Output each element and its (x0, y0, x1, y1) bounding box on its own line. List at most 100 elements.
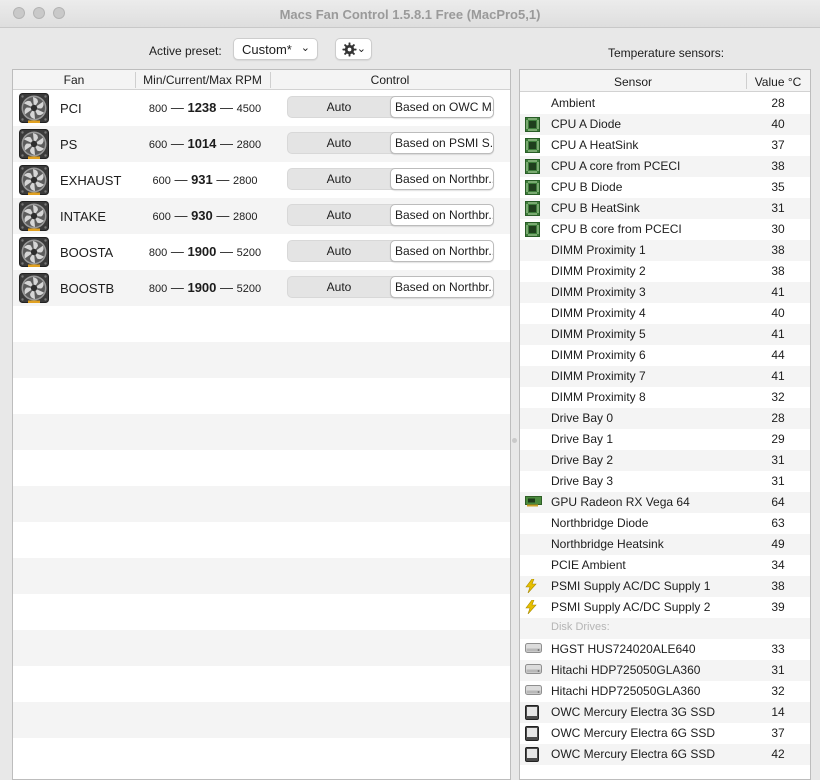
preset-select[interactable]: Custom* ⌄ (233, 38, 318, 60)
custom-control-button[interactable]: Based on Northbr... (390, 204, 494, 226)
table-row[interactable]: Drive Bay 3 31 (520, 471, 810, 492)
auto-button[interactable]: Auto (288, 241, 390, 261)
auto-button[interactable]: Auto (288, 205, 390, 225)
sensor-name: Ambient (551, 96, 596, 110)
sensor-value: 28 (771, 411, 785, 425)
table-row[interactable]: CPU A Diode 40 (520, 114, 810, 135)
table-row[interactable]: Ambient 28 (520, 93, 810, 114)
lightning-icon (525, 578, 541, 594)
table-row[interactable]: DIMM Proximity 5 41 (520, 324, 810, 345)
sensor-value: 41 (771, 327, 785, 341)
fan-control-segmented: Auto Based on Northbr... (287, 240, 494, 262)
table-row[interactable]: CPU B HeatSink 31 (520, 198, 810, 219)
table-row[interactable]: Northbridge Diode 63 (520, 513, 810, 534)
custom-control-button[interactable]: Based on PSMI S... (390, 132, 494, 154)
table-row[interactable]: DIMM Proximity 7 41 (520, 366, 810, 387)
rpm-current: 1014 (187, 136, 217, 151)
table-row[interactable]: OWC Mercury Electra 6G SSD 42 (520, 744, 810, 765)
rpm-max: 5200 (236, 283, 262, 295)
custom-control-button[interactable]: Based on Northbr... (390, 168, 494, 190)
fan-icon (19, 93, 49, 126)
table-row[interactable]: PSMI Supply AC/DC Supply 2 39 (520, 597, 810, 618)
rpm-current: 931 (191, 172, 213, 187)
hdd-icon (525, 684, 542, 698)
sensor-column-header[interactable]: Sensor (520, 75, 746, 89)
auto-button[interactable]: Auto (288, 169, 390, 189)
control-column-header[interactable]: Control (270, 73, 510, 87)
rpm-readout: 800 — 1900 — 5200 (148, 280, 262, 295)
sensor-name: OWC Mercury Electra 6G SSD (551, 726, 716, 740)
sensor-name: Hitachi HDP725050GLA360 (551, 684, 701, 698)
table-row[interactable]: DIMM Proximity 1 38 (520, 240, 810, 261)
table-row[interactable]: EXHAUST 600 — 931 — 2800 Auto Based on Nort… (13, 162, 510, 198)
table-row[interactable]: PS 600 — 1014 — 2800 Auto Based on PSMI S..… (13, 126, 510, 162)
empty-row (13, 594, 510, 630)
table-row[interactable]: OWC Mercury Electra 3G SSD 14 (520, 702, 810, 723)
table-row[interactable]: Hitachi HDP725050GLA360 31 (520, 660, 810, 681)
fan-column-header[interactable]: Fan (13, 73, 135, 87)
sensor-value: 32 (771, 390, 785, 404)
chevron-down-icon: ⌄ (356, 43, 366, 55)
rpm-min: 800 (148, 247, 168, 259)
custom-control-button[interactable]: Based on OWC M... (390, 96, 494, 118)
table-row[interactable]: DIMM Proximity 2 38 (520, 261, 810, 282)
custom-control-button[interactable]: Based on Northbr... (390, 276, 494, 298)
fan-name: PCI (60, 101, 82, 116)
gpu-icon (525, 495, 542, 509)
rpm-column-header[interactable]: Min/Current/Max RPM (135, 73, 270, 87)
cpu-icon (525, 201, 541, 216)
hdd-icon (525, 663, 542, 677)
table-row[interactable]: DIMM Proximity 4 40 (520, 303, 810, 324)
rpm-readout: 800 — 1900 — 5200 (148, 244, 262, 259)
sensor-value: 31 (771, 453, 785, 467)
fan-name: INTAKE (60, 209, 106, 224)
table-row[interactable]: DIMM Proximity 6 44 (520, 345, 810, 366)
sensor-value: 14 (771, 705, 785, 719)
table-row[interactable]: GPU Radeon RX Vega 64 64 (520, 492, 810, 513)
table-row[interactable]: CPU B Diode 35 (520, 177, 810, 198)
auto-button[interactable]: Auto (288, 277, 390, 297)
empty-rows (13, 306, 510, 774)
sensor-name: HGST HUS724020ALE640 (551, 642, 696, 656)
table-row[interactable]: CPU A HeatSink 37 (520, 135, 810, 156)
auto-button[interactable]: Auto (288, 133, 390, 153)
auto-button[interactable]: Auto (288, 97, 390, 117)
table-row[interactable]: BOOSTB 800 — 1900 — 5200 Auto Based on Nort… (13, 270, 510, 306)
rpm-current: 1238 (187, 100, 217, 115)
rpm-max: 2800 (236, 139, 262, 151)
group-header[interactable]: Disk Drives: (520, 618, 810, 639)
sensor-rows: Ambient 28 CPU A Diode 40 CPU A HeatSink 37 CP… (520, 93, 810, 765)
table-row[interactable]: DIMM Proximity 8 32 (520, 387, 810, 408)
cpu-icon (525, 138, 541, 153)
table-row[interactable]: Drive Bay 1 29 (520, 429, 810, 450)
gear-icon (342, 42, 357, 57)
value-column-header[interactable]: Value °C (746, 75, 810, 89)
rpm-current: 930 (191, 208, 213, 223)
settings-menu-button[interactable]: ⌄ (335, 38, 372, 60)
table-row[interactable]: CPU A core from PCECI 38 (520, 156, 810, 177)
empty-row (13, 702, 510, 738)
table-row[interactable]: HGST HUS724020ALE640 33 (520, 639, 810, 660)
sensor-table-header: Sensor Value °C (520, 70, 810, 92)
table-row[interactable]: BOOSTA 800 — 1900 — 5200 Auto Based on Nort… (13, 234, 510, 270)
table-row[interactable]: DIMM Proximity 3 41 (520, 282, 810, 303)
table-row[interactable]: Drive Bay 0 28 (520, 408, 810, 429)
table-row[interactable]: Drive Bay 2 31 (520, 450, 810, 471)
table-row[interactable]: CPU B core from PCECI 30 (520, 219, 810, 240)
empty-row (13, 558, 510, 594)
sensor-name: GPU Radeon RX Vega 64 (551, 495, 690, 509)
table-row[interactable]: INTAKE 600 — 930 — 2800 Auto Based on North… (13, 198, 510, 234)
table-row[interactable]: PSMI Supply AC/DC Supply 1 38 (520, 576, 810, 597)
split-view-divider[interactable] (512, 438, 517, 443)
fan-name: EXHAUST (60, 173, 122, 188)
table-row[interactable]: Northbridge Heatsink 49 (520, 534, 810, 555)
table-row[interactable]: PCI 800 — 1238 — 4500 Auto Based on OWC M..… (13, 90, 510, 126)
empty-row (13, 738, 510, 774)
custom-control-button[interactable]: Based on Northbr... (390, 240, 494, 262)
fan-table-header: Fan Min/Current/Max RPM Control (13, 70, 510, 90)
sensor-value: 28 (771, 96, 785, 110)
fan-table: Fan Min/Current/Max RPM Control PCI 800 —… (12, 69, 511, 780)
table-row[interactable]: OWC Mercury Electra 6G SSD 37 (520, 723, 810, 744)
table-row[interactable]: PCIE Ambient 34 (520, 555, 810, 576)
table-row[interactable]: Hitachi HDP725050GLA360 32 (520, 681, 810, 702)
